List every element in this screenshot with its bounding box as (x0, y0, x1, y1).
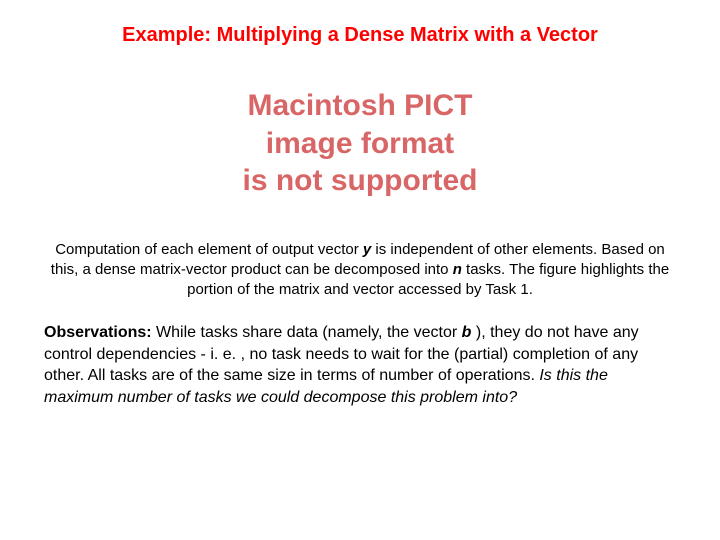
pict-placeholder: Macintosh PICT image format is not suppo… (40, 87, 680, 200)
observations-lead: Observations: (44, 324, 152, 341)
body-text-1: While tasks share data (namely, the vect… (152, 324, 462, 341)
caption-var-n: n (453, 261, 462, 278)
slide-title: Example: Multiplying a Dense Matrix with… (40, 24, 680, 47)
placeholder-line-2: image format (40, 125, 680, 163)
figure-caption: Computation of each element of output ve… (46, 240, 674, 301)
placeholder-line-3: is not supported (40, 162, 680, 200)
observations-paragraph: Observations: While tasks share data (na… (44, 322, 676, 408)
caption-text-1: Computation of each element of output ve… (55, 241, 363, 258)
caption-var-y: y (363, 241, 371, 258)
body-var-b: b (462, 324, 472, 341)
placeholder-line-1: Macintosh PICT (40, 87, 680, 125)
